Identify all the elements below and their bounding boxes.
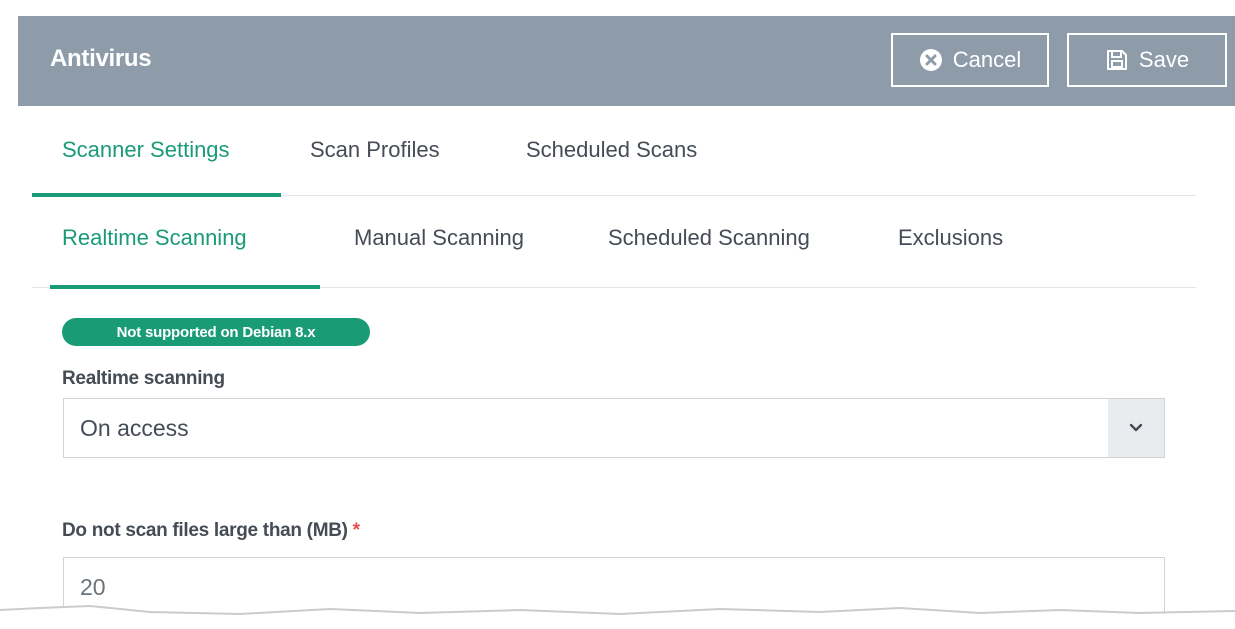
- subtab-manual-scanning-label: Manual Scanning: [354, 225, 525, 250]
- subtab-exclusions-label: Exclusions: [898, 225, 1004, 250]
- realtime-scanning-label: Realtime scanning: [62, 368, 225, 389]
- max-file-size-label-text: Do not scan files large than (MB): [62, 520, 348, 541]
- required-mark: *: [352, 520, 360, 541]
- tab-scan-profiles[interactable]: Scan Profiles: [300, 118, 490, 195]
- realtime-scanning-value: On access: [80, 415, 189, 441]
- tab-scanner-settings[interactable]: Scanner Settings: [32, 118, 281, 197]
- tab-scan-profiles-label: Scan Profiles: [310, 137, 440, 162]
- primary-tabs: Scanner Settings Scan Profiles Scheduled…: [32, 118, 1196, 197]
- panel-title: Antivirus: [50, 45, 152, 72]
- status-badge: Not supported on Debian 8.x: [62, 318, 370, 346]
- subtab-manual-scanning[interactable]: Manual Scanning: [340, 196, 570, 287]
- cancel-label: Cancel: [952, 47, 1022, 72]
- torn-edge: [0, 604, 1235, 629]
- subtab-realtime-scanning[interactable]: Realtime Scanning: [50, 196, 320, 289]
- tab-scheduled-scans-label: Scheduled Scans: [526, 137, 698, 162]
- realtime-scanning-select[interactable]: On access: [63, 398, 1165, 458]
- save-button[interactable]: Save: [1067, 33, 1227, 87]
- subtab-scheduled-scanning[interactable]: Scheduled Scanning: [590, 196, 860, 287]
- subtab-exclusions[interactable]: Exclusions: [880, 196, 1040, 287]
- cancel-button[interactable]: Cancel: [891, 33, 1049, 87]
- circle-x-icon: [919, 48, 943, 72]
- panel-header: Antivirus Cancel Save: [18, 16, 1235, 106]
- chevron-down-icon[interactable]: [1108, 399, 1164, 457]
- subtab-realtime-scanning-label: Realtime Scanning: [62, 225, 247, 250]
- max-file-size-label: Do not scan files large than (MB) *: [62, 520, 360, 542]
- subtab-scheduled-scanning-label: Scheduled Scanning: [608, 225, 810, 250]
- tab-scanner-settings-label: Scanner Settings: [62, 137, 230, 162]
- save-label: Save: [1138, 47, 1190, 72]
- secondary-tabs: Realtime Scanning Manual Scanning Schedu…: [32, 196, 1196, 289]
- tab-scheduled-scans[interactable]: Scheduled Scans: [516, 118, 736, 195]
- floppy-disk-icon: [1105, 48, 1129, 72]
